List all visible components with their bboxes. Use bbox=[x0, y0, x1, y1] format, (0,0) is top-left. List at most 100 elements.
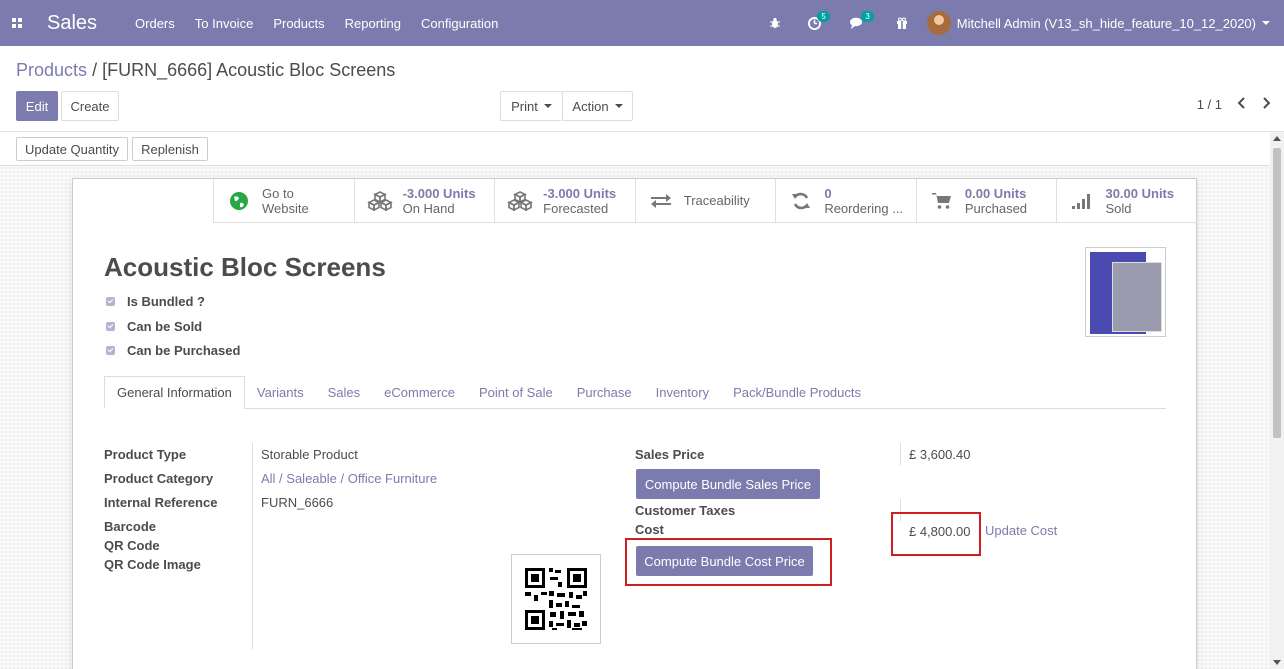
product-type-field[interactable]: Storable Product bbox=[261, 447, 358, 462]
apps-menu-icon[interactable] bbox=[0, 0, 34, 46]
field-divider bbox=[900, 443, 901, 465]
user-menu[interactable]: Mitchell Admin (V13_sh_hide_feature_10_1… bbox=[926, 11, 1270, 35]
qr-code-image-label: QR Code Image bbox=[104, 557, 201, 572]
arrows-icon bbox=[648, 193, 674, 209]
pager: 1 / 1 bbox=[1197, 96, 1271, 112]
tab-purchase[interactable]: Purchase bbox=[565, 376, 644, 409]
smart-button-traceability[interactable]: Traceability bbox=[634, 179, 776, 223]
tab-general-information[interactable]: General Information bbox=[104, 376, 245, 409]
can-be-sold-label: Can be Sold bbox=[127, 319, 203, 334]
menu-reporting[interactable]: Reporting bbox=[345, 16, 401, 31]
internal-reference-field[interactable]: FURN_6666 bbox=[261, 495, 333, 510]
can-be-purchased-checkbox-row[interactable]: Can be Purchased bbox=[106, 343, 240, 358]
smart-buttons: Go to Website -3.000 Units On Hand -3.000 … bbox=[213, 179, 1198, 223]
breadcrumb: Products / [FURN_6666] Acoustic Bloc Scr… bbox=[16, 60, 395, 81]
top-navbar: Sales Orders To Invoice Products Reporti… bbox=[0, 0, 1284, 46]
smart-button-website[interactable]: Go to Website bbox=[213, 179, 354, 223]
product-image-panel-grey bbox=[1112, 262, 1162, 332]
form-sheet: Go to Website -3.000 Units On Hand -3.000 … bbox=[72, 178, 1198, 669]
edit-button[interactable]: Edit bbox=[16, 91, 58, 121]
action-button[interactable]: Action bbox=[562, 91, 633, 121]
can-be-purchased-label: Can be Purchased bbox=[127, 343, 241, 358]
product-name[interactable]: Acoustic Bloc Screens bbox=[104, 252, 386, 283]
update-cost-link[interactable]: Update Cost bbox=[985, 523, 1057, 538]
smart-traceability-label: Traceability bbox=[683, 193, 750, 208]
menu-products[interactable]: Products bbox=[273, 16, 324, 31]
smart-purchased-label: Purchased bbox=[964, 200, 1028, 216]
menu-to-invoice[interactable]: To Invoice bbox=[195, 16, 254, 31]
smart-button-reordering[interactable]: 0 Reordering ... bbox=[775, 179, 916, 223]
sales-price-label: Sales Price bbox=[635, 447, 705, 462]
cubes-icon bbox=[507, 190, 533, 211]
compute-cost-highlight-box bbox=[625, 538, 832, 586]
compute-bundle-sales-price-button[interactable]: Compute Bundle Sales Price bbox=[636, 469, 820, 499]
chevron-right-icon[interactable] bbox=[1262, 96, 1271, 112]
product-category-link[interactable]: All / Saleable / Office Furniture bbox=[261, 471, 437, 486]
customer-taxes-label: Customer Taxes bbox=[635, 503, 736, 518]
user-name: Mitchell Admin (V13_sh_hide_feature_10_1… bbox=[956, 15, 1256, 31]
checkbox-checked-icon[interactable] bbox=[106, 322, 115, 331]
cart-icon bbox=[929, 192, 955, 210]
avatar bbox=[926, 11, 951, 35]
scroll-down-icon[interactable] bbox=[1273, 660, 1281, 665]
chevron-down-icon bbox=[1262, 21, 1270, 25]
smart-reordering-label: Reordering ... bbox=[824, 200, 904, 216]
breadcrumb-current: [FURN_6666] Acoustic Bloc Screens bbox=[102, 60, 396, 80]
internal-reference-label: Internal Reference bbox=[104, 495, 218, 510]
bug-icon[interactable] bbox=[769, 17, 781, 29]
smart-button-forecasted[interactable]: -3.000 Units Forecasted bbox=[494, 179, 635, 223]
smart-on-hand-label: On Hand bbox=[402, 200, 455, 216]
tab-inventory[interactable]: Inventory bbox=[644, 376, 721, 409]
scrollbar[interactable] bbox=[1270, 132, 1284, 669]
smart-button-on-hand[interactable]: -3.000 Units On Hand bbox=[353, 179, 495, 223]
refresh-icon bbox=[788, 191, 814, 211]
create-button[interactable]: Create bbox=[61, 91, 119, 121]
checkbox-checked-icon[interactable] bbox=[106, 346, 115, 355]
pager-value[interactable]: 1 / 1 bbox=[1197, 97, 1222, 112]
chevron-down-icon bbox=[543, 104, 552, 108]
tab-sales[interactable]: Sales bbox=[316, 376, 373, 409]
product-category-label: Product Category bbox=[104, 471, 214, 486]
messages-icon[interactable]: 3 bbox=[849, 11, 874, 29]
can-be-sold-checkbox-row[interactable]: Can be Sold bbox=[106, 319, 202, 334]
scrollbar-thumb[interactable] bbox=[1273, 148, 1281, 438]
cubes-icon bbox=[366, 190, 393, 211]
print-label: Print bbox=[511, 98, 538, 114]
qr-code-image bbox=[511, 554, 601, 644]
tab-ecommerce[interactable]: eCommerce bbox=[372, 376, 467, 409]
tab-variants[interactable]: Variants bbox=[245, 376, 316, 409]
smart-button-sold[interactable]: 30.00 Units Sold bbox=[1056, 179, 1198, 223]
breadcrumb-separator: / bbox=[92, 60, 98, 80]
menu-orders[interactable]: Orders bbox=[135, 16, 175, 31]
messages-badge: 3 bbox=[861, 11, 874, 22]
smart-reordering-value: 0 bbox=[824, 185, 832, 201]
replenish-button[interactable]: Replenish bbox=[132, 137, 208, 161]
product-type-label: Product Type bbox=[104, 447, 187, 462]
chevron-left-icon[interactable] bbox=[1237, 96, 1246, 112]
activity-clock-icon[interactable]: 5 bbox=[807, 10, 830, 30]
smart-purchased-value: 0.00 Units bbox=[964, 185, 1027, 201]
app-name[interactable]: Sales bbox=[47, 12, 97, 35]
chevron-down-icon bbox=[614, 104, 623, 108]
smart-on-hand-value: -3.000 Units bbox=[402, 185, 476, 201]
is-bundled-label: Is Bundled ? bbox=[127, 294, 205, 309]
gift-icon[interactable] bbox=[896, 17, 908, 29]
smart-forecasted-label: Forecasted bbox=[543, 200, 609, 216]
product-image[interactable] bbox=[1085, 247, 1166, 337]
checkbox-checked-icon[interactable] bbox=[106, 297, 115, 306]
qr-code-label: QR Code bbox=[104, 538, 160, 553]
menu-configuration[interactable]: Configuration bbox=[421, 16, 498, 31]
smart-button-purchased[interactable]: 0.00 Units Purchased bbox=[915, 179, 1057, 223]
scroll-up-icon[interactable] bbox=[1273, 136, 1281, 141]
update-quantity-button[interactable]: Update Quantity bbox=[16, 137, 128, 161]
cost-highlight-box bbox=[891, 512, 981, 556]
smart-sold-value: 30.00 Units bbox=[1105, 185, 1175, 201]
breadcrumb-products-link[interactable]: Products bbox=[16, 60, 87, 80]
cost-label: Cost bbox=[635, 522, 664, 537]
tab-point-of-sale[interactable]: Point of Sale bbox=[467, 376, 565, 409]
sales-price-field[interactable]: £ 3,600.40 bbox=[909, 447, 970, 462]
notebook-tabs: General Information Variants Sales eComm… bbox=[104, 376, 1166, 409]
is-bundled-checkbox-row[interactable]: Is Bundled ? bbox=[106, 294, 205, 309]
tab-pack-bundle-products[interactable]: Pack/Bundle Products bbox=[721, 376, 873, 409]
print-button[interactable]: Print bbox=[500, 91, 562, 121]
